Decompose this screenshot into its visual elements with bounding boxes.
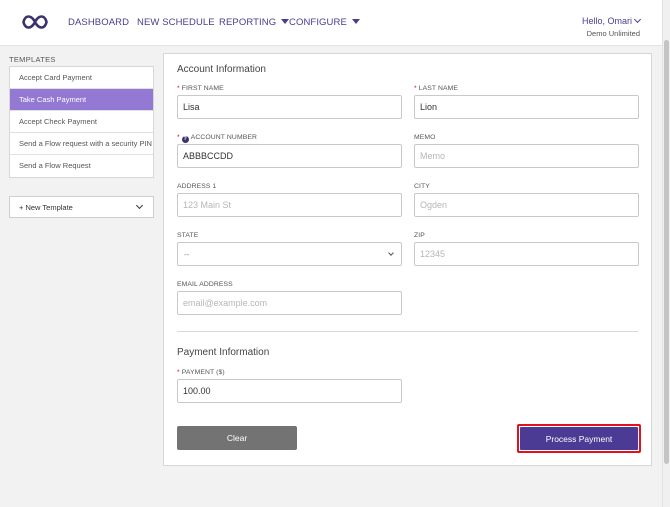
payment-form-card: Account Information *FIRST NAME *LAST NA… xyxy=(163,53,652,466)
template-accept-card-payment[interactable]: Accept Card Payment xyxy=(10,67,153,89)
template-accept-check-payment[interactable]: Accept Check Payment xyxy=(10,111,153,133)
chevron-down-icon xyxy=(388,250,394,256)
last-name-label-text: LAST NAME xyxy=(418,85,459,92)
account-number-label: *? ACCOUNT NUMBER xyxy=(177,134,257,143)
scrollbar-thumb[interactable] xyxy=(664,40,669,464)
city-label: CITY xyxy=(414,183,430,190)
payment-label-text: PAYMENT ($) xyxy=(181,369,225,376)
last-name-label: * LAST NAME xyxy=(414,85,458,92)
nav-configure[interactable]: CONFIGURE xyxy=(289,17,360,28)
template-take-cash-payment[interactable]: Take Cash Payment xyxy=(10,89,153,111)
user-menu[interactable]: Hello, Omari Demo Unlimited xyxy=(581,15,642,38)
template-list: Accept Card Payment Take Cash Payment Ac… xyxy=(9,66,154,178)
state-selected-value: -- xyxy=(184,250,190,259)
email-label: EMAIL ADDRESS xyxy=(177,281,233,288)
state-label: STATE xyxy=(177,232,199,239)
top-navigation-bar: DASHBOARD NEW SCHEDULE REPORTING CONFIGU… xyxy=(0,0,662,46)
payment-amount-input[interactable] xyxy=(177,379,402,403)
address1-label: ADDRESS 1 xyxy=(177,183,217,190)
organization-name: Demo Unlimited xyxy=(586,29,640,38)
user-greeting[interactable]: Hello, Omari xyxy=(581,15,642,26)
required-marker: * xyxy=(177,85,180,92)
nav-new-schedule[interactable]: NEW SCHEDULE xyxy=(137,17,215,28)
required-marker: * xyxy=(177,369,180,376)
new-template-label: + New Template xyxy=(19,203,73,212)
template-flow-request-pin[interactable]: Send a Flow request with a security PIN xyxy=(10,133,153,155)
caret-down-icon xyxy=(351,18,360,24)
process-payment-button[interactable]: Process Payment xyxy=(520,427,638,450)
required-marker: * xyxy=(177,134,180,141)
page-scrollbar[interactable] xyxy=(662,0,670,507)
memo-input[interactable] xyxy=(414,144,639,168)
city-input[interactable] xyxy=(414,193,639,217)
payment-information-title: Payment Information xyxy=(177,347,270,358)
process-payment-highlight: Process Payment xyxy=(517,424,641,453)
chevron-down-icon xyxy=(633,15,642,24)
templates-heading: TEMPLATES xyxy=(9,55,56,64)
last-name-input[interactable] xyxy=(414,95,639,119)
nav-reporting[interactable]: REPORTING xyxy=(219,17,290,28)
first-name-label: * FIRST NAME xyxy=(177,85,224,92)
chevron-down-icon xyxy=(135,201,144,210)
new-template-dropdown[interactable]: + New Template xyxy=(9,196,154,218)
account-information-title: Account Information xyxy=(177,64,266,75)
memo-label: MEMO xyxy=(414,134,436,141)
info-icon[interactable]: ? xyxy=(181,136,189,143)
clear-button[interactable]: Clear xyxy=(177,426,297,450)
nav-dashboard[interactable]: DASHBOARD xyxy=(68,17,129,28)
account-number-label-text: ACCOUNT NUMBER xyxy=(190,134,257,141)
account-number-input[interactable] xyxy=(177,144,402,168)
required-marker: * xyxy=(414,85,417,92)
nav-configure-label: CONFIGURE xyxy=(289,17,347,28)
infinity-logo-icon[interactable] xyxy=(22,14,48,30)
zip-input[interactable] xyxy=(414,242,639,266)
first-name-input[interactable] xyxy=(177,95,402,119)
state-select[interactable]: -- xyxy=(177,242,402,266)
first-name-label-text: FIRST NAME xyxy=(181,85,224,92)
payment-label: * PAYMENT ($) xyxy=(177,369,225,376)
user-greeting-text: Hello, Omari xyxy=(581,16,632,26)
address1-input[interactable] xyxy=(177,193,402,217)
zip-label: ZIP xyxy=(414,232,425,239)
section-divider xyxy=(177,331,638,332)
nav-reporting-label: REPORTING xyxy=(219,17,277,28)
email-input[interactable] xyxy=(177,291,402,315)
template-flow-request[interactable]: Send a Flow Request xyxy=(10,155,153,177)
